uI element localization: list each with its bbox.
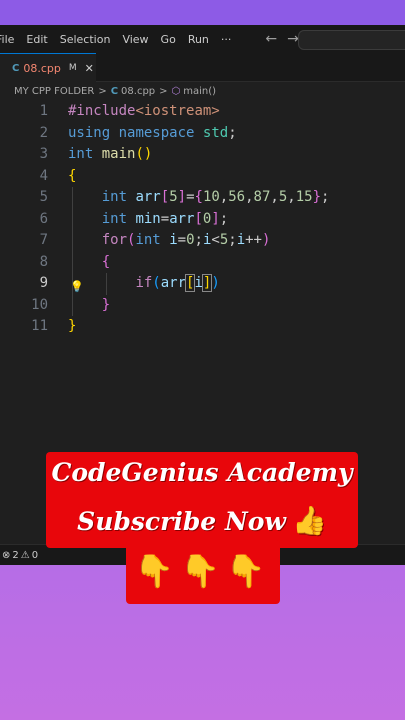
close-icon[interactable]: ✕: [85, 62, 94, 75]
function-symbol-icon: ⬡: [171, 85, 181, 97]
breadcrumb: MY CPP FOLDER > C 08.cpp > ⬡ main(): [0, 81, 405, 101]
code-text: using namespace std;: [68, 124, 237, 141]
code-text: {: [101, 253, 111, 270]
pointing-down-icon: 👇👇👇: [134, 552, 272, 590]
tab-label: 08.cpp: [23, 61, 61, 75]
indent-guide: [106, 273, 107, 295]
code-text: if(arr[i]): [135, 274, 220, 292]
breadcrumb-file-label: 08.cpp: [121, 85, 156, 97]
code-text: }: [68, 318, 77, 334]
code-line[interactable]: 2 using namespace std;: [0, 123, 405, 145]
menu-go[interactable]: Go: [155, 33, 182, 46]
code-line[interactable]: 4{: [0, 166, 405, 188]
chevron-right-icon: >: [159, 85, 168, 97]
line-number: 8: [39, 253, 48, 270]
code-line[interactable]: 7 for(int i=0;i<5;i++): [0, 230, 405, 252]
error-icon[interactable]: ⊗: [2, 550, 10, 561]
code-line[interactable]: 3 int main(): [0, 144, 405, 166]
line-number: 10: [31, 296, 48, 313]
code-line[interactable]: 11}: [0, 316, 405, 338]
menu-more[interactable]: ···: [215, 33, 238, 46]
code-line[interactable]: 10 }: [0, 295, 405, 317]
code-text: }: [101, 296, 111, 313]
code-line[interactable]: 5 int arr[5]={10,56,87,5,15};: [0, 187, 405, 209]
line-number: 4: [39, 167, 48, 184]
line-number: 7: [39, 232, 48, 248]
top-color-band: [0, 0, 405, 25]
code-line[interactable]: 1 #include<iostream>: [0, 101, 405, 123]
code-line[interactable]: 6 int min=arr[0];: [0, 209, 405, 231]
chevron-right-icon: >: [98, 85, 107, 97]
code-text: #include<iostream>: [68, 103, 220, 119]
line-number: 9: [39, 275, 48, 291]
code-text: int min=arr[0];: [101, 210, 229, 227]
back-arrow-icon[interactable]: ←: [265, 31, 277, 47]
warning-icon[interactable]: ⚠: [21, 550, 30, 561]
thumbs-up-icon: 👍: [291, 504, 327, 537]
channel-name: CodeGenius Academy: [51, 458, 353, 487]
line-number: 1: [39, 103, 48, 119]
menu-view[interactable]: View: [116, 33, 154, 46]
code-editor[interactable]: 1 #include<iostream> 2 using namespace std;…: [0, 101, 405, 338]
code-line[interactable]: 9 💡 if(arr[i]): [0, 273, 405, 295]
line-number: 6: [39, 210, 48, 227]
cpp-file-icon: C: [110, 85, 119, 97]
menu-selection[interactable]: Selection: [54, 33, 117, 46]
breadcrumb-symbol-label: main(): [183, 85, 217, 97]
menu-file[interactable]: File: [0, 33, 20, 46]
editor-tab-row: C 08.cpp M ✕: [0, 53, 405, 82]
modified-indicator: M: [68, 63, 77, 73]
code-text: int arr[5]={10,56,87,5,15};: [101, 189, 330, 205]
code-text: {: [68, 167, 77, 184]
cpp-file-icon: C: [12, 62, 20, 74]
code-text: for(int i=0;i<5;i++): [101, 232, 271, 248]
nav-arrows: ← →: [265, 31, 298, 47]
line-number: 3: [39, 146, 48, 162]
code-text: int main(): [68, 146, 153, 162]
breadcrumb-file[interactable]: C 08.cpp: [111, 86, 155, 97]
subscribe-label: Subscribe Now: [77, 507, 286, 536]
code-line[interactable]: 8 {: [0, 252, 405, 274]
error-count: 2: [12, 550, 19, 561]
command-center-search[interactable]: [298, 30, 405, 50]
menu-bar: File Edit Selection View Go Run ··· ← →: [0, 25, 405, 53]
subscribe-call-to-action: Subscribe Now 👍: [46, 504, 358, 537]
menu-run[interactable]: Run: [182, 33, 215, 46]
line-number: 2: [39, 124, 48, 141]
menu-edit[interactable]: Edit: [20, 33, 53, 46]
line-number: 5: [39, 189, 48, 205]
line-number: 11: [31, 318, 48, 334]
warning-count: 0: [31, 550, 39, 561]
breadcrumb-folder[interactable]: MY CPP FOLDER: [14, 86, 94, 97]
breadcrumb-symbol[interactable]: ⬡ main(): [172, 86, 217, 97]
tab-08-cpp[interactable]: C 08.cpp M ✕: [0, 53, 96, 82]
indent-guide: [72, 187, 73, 316]
